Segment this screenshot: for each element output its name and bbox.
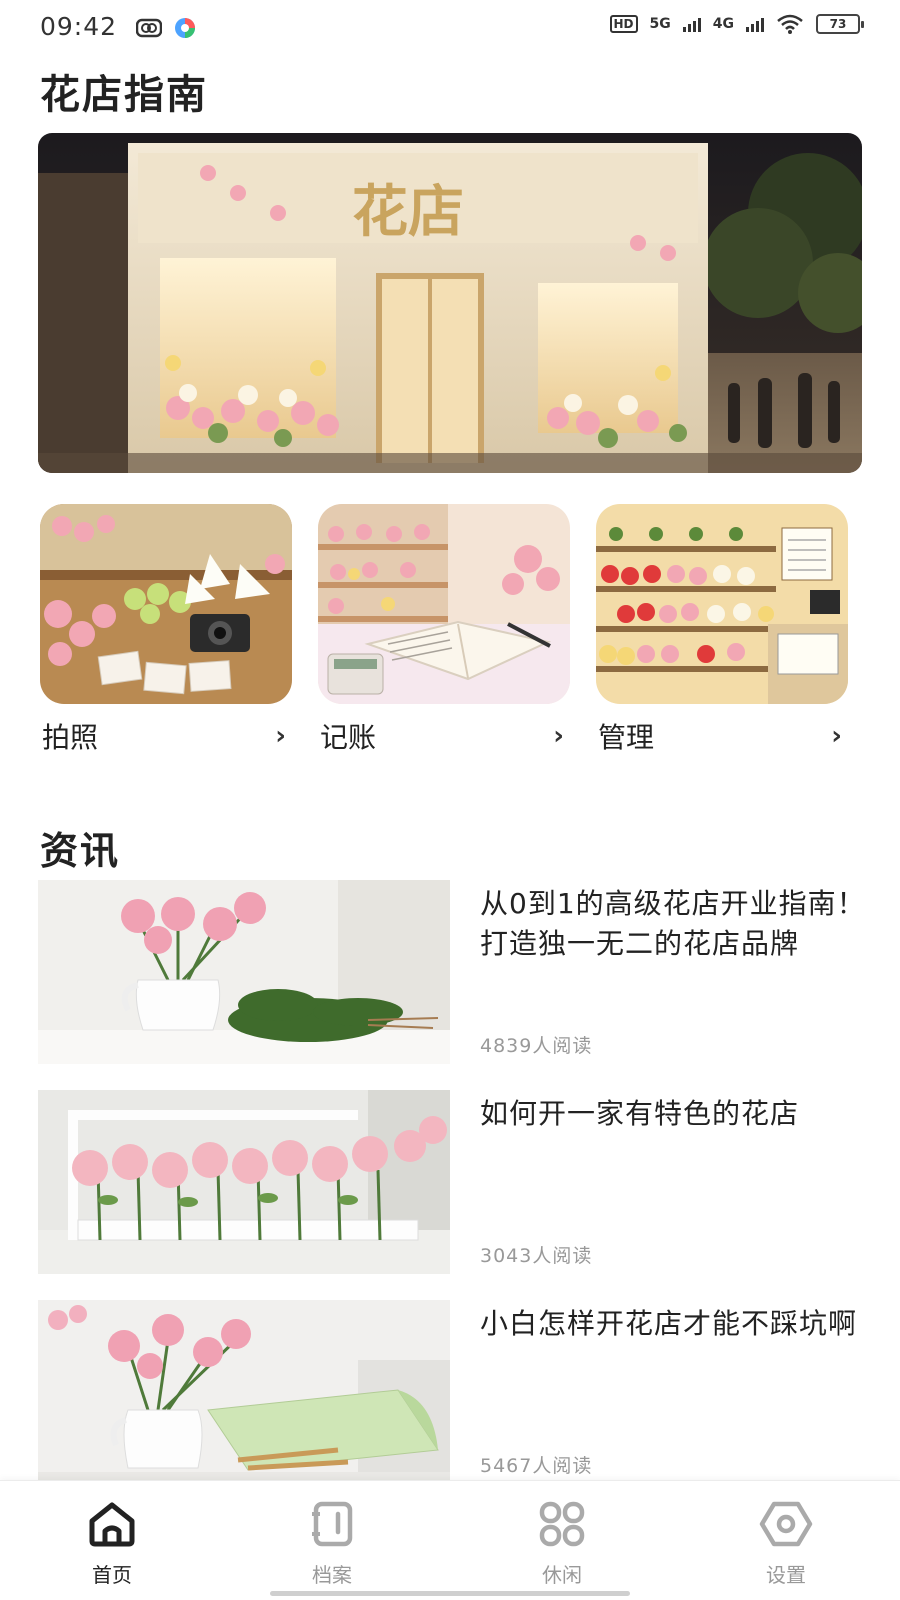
news-title: 小白怎样开花店才能不踩坑啊 [480, 1307, 858, 1340]
home-indicator[interactable] [270, 1591, 630, 1596]
news-read-count: 4839人阅读 [480, 1035, 593, 1057]
browser-notification-icon [175, 18, 195, 38]
hd-badge: HD [609, 15, 638, 33]
feature-card-accounting[interactable]: 记账 › [318, 504, 570, 756]
news-read-count: 5467人阅读 [480, 1455, 593, 1477]
signal-5g-icon [682, 16, 701, 32]
news-thumbnail [38, 1300, 450, 1484]
feature-image-management [596, 504, 848, 704]
nav-label-settings: 设置 [766, 1563, 806, 1587]
network-5g-label: 5G [649, 16, 671, 32]
nav-item-archive[interactable]: 档案 [272, 1499, 392, 1588]
flower-shop-storefront-image: 花店 [38, 133, 862, 473]
nav-item-home[interactable]: 首页 [52, 1499, 172, 1588]
news-title: 从0到1的高级花店开业指南！打造独一无二的花店品牌 [480, 887, 866, 960]
nav-label-archive: 档案 [312, 1563, 352, 1587]
feature-card-photo[interactable]: 拍照 › [40, 504, 292, 756]
storefront-sign-text: 花店 [352, 179, 464, 245]
hero-banner[interactable]: 花店 [38, 133, 862, 473]
feature-image-photo [40, 504, 292, 704]
signal-4g-icon [746, 16, 764, 32]
chevron-right-icon[interactable]: › [275, 721, 286, 751]
news-section-title: 资讯 [40, 829, 121, 873]
status-bar: 09:42 HD 5G 4G 73 [0, 0, 900, 56]
settings-icon [759, 1501, 813, 1547]
grid-icon [539, 1501, 585, 1547]
feature-image-accounting [318, 504, 570, 704]
news-read-count: 3043人阅读 [480, 1245, 593, 1267]
news-item[interactable]: 从0到1的高级花店开业指南！打造独一无二的花店品牌 4839人阅读 [38, 880, 865, 1064]
feature-label-photo: 拍照 [42, 721, 99, 754]
feature-card-management[interactable]: 管理 › [596, 504, 848, 756]
wifi-icon [777, 14, 803, 34]
news-item[interactable]: 如何开一家有特色的花店 3043人阅读 [38, 1090, 864, 1274]
news-thumbnail [38, 1090, 450, 1274]
news-thumbnail [38, 880, 450, 1064]
bottom-navigation: 首页 档案 休闲 设置 [0, 1480, 900, 1600]
feature-label-management: 管理 [598, 721, 655, 754]
app-notification-icon [136, 18, 162, 38]
notebook-icon [312, 1501, 353, 1547]
network-4g-label: 4G [712, 16, 734, 32]
news-title: 如何开一家有特色的花店 [480, 1097, 800, 1130]
chevron-right-icon[interactable]: › [831, 721, 842, 751]
page-title: 花店指南 [40, 72, 208, 118]
news-item[interactable]: 小白怎样开花店才能不踩坑啊 5467人阅读 [38, 1300, 864, 1484]
nav-item-leisure[interactable]: 休闲 [502, 1499, 622, 1588]
nav-label-home: 首页 [92, 1563, 132, 1587]
battery-icon: 73 [816, 14, 864, 34]
status-indicators: HD 5G 4G 73 [609, 14, 864, 34]
feature-label-accounting: 记账 [320, 721, 377, 754]
nav-item-settings[interactable]: 设置 [726, 1499, 846, 1588]
chevron-right-icon[interactable]: › [553, 721, 564, 751]
nav-label-leisure: 休闲 [542, 1563, 582, 1587]
status-time: 09:42 [40, 12, 118, 41]
home-icon [89, 1502, 135, 1547]
